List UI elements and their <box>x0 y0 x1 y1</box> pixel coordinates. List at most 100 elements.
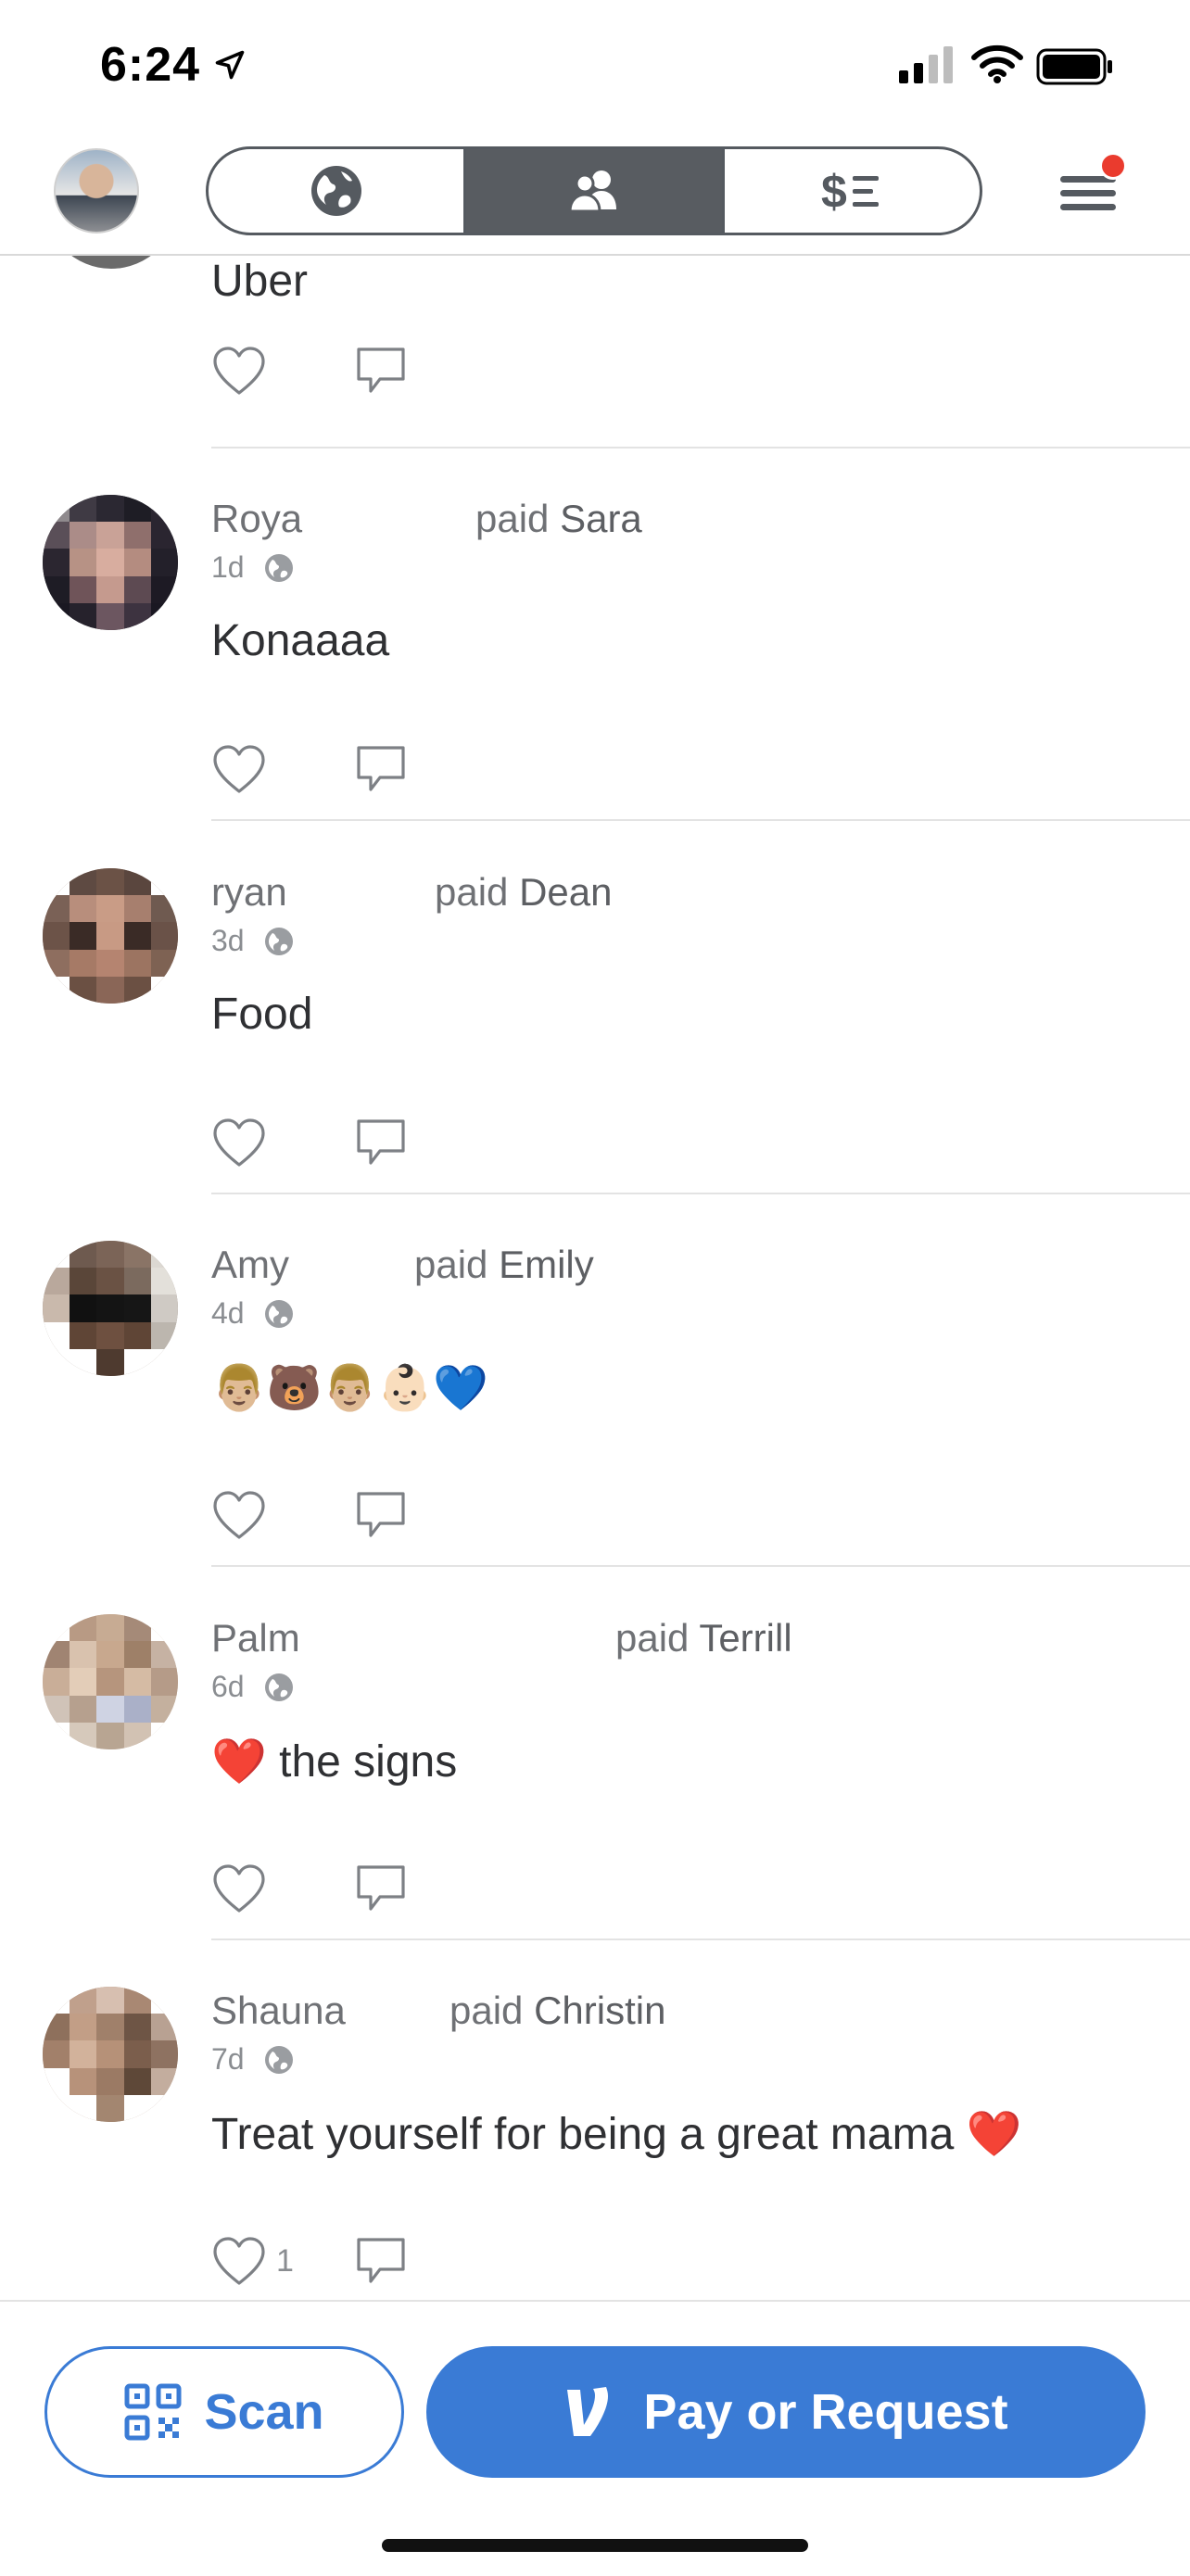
story-time: 3d <box>211 924 245 957</box>
top-nav: $ <box>0 130 1190 256</box>
story-actor[interactable]: Palm <box>211 1616 300 1661</box>
like-heart-icon[interactable] <box>211 1489 267 1541</box>
story-target[interactable]: Emily <box>499 1243 594 1286</box>
like-heart-icon[interactable] <box>211 2235 267 2287</box>
public-globe-icon <box>264 927 293 955</box>
dollar-list-icon: $ <box>821 166 880 217</box>
story-payment-line: paid Dean <box>435 870 612 915</box>
avatar[interactable] <box>43 1614 178 1749</box>
tab-mine[interactable]: $ <box>725 149 980 233</box>
feed-tab-switcher: $ <box>206 146 982 235</box>
svg-text:$: $ <box>821 166 847 217</box>
public-globe-icon <box>264 1673 293 1701</box>
story-meta: 1d <box>211 550 295 585</box>
wifi-icon <box>971 44 1023 83</box>
like-heart-icon[interactable] <box>211 345 267 397</box>
story-actions <box>211 1489 405 1541</box>
comment-icon[interactable] <box>354 1863 408 1916</box>
story-actor[interactable]: ryan <box>211 870 287 915</box>
story-payment-line: paid Sara <box>475 497 642 541</box>
story-meta: 3d <box>211 924 295 958</box>
status-bar: 6:24 <box>0 0 1190 130</box>
status-time: 6:24 <box>100 38 201 92</box>
story-note: Konaaaa <box>211 616 390 665</box>
pay-or-request-label: Pay or Request <box>643 2384 1008 2440</box>
story-time: 6d <box>211 1670 245 1703</box>
story-note: Treat yourself for being a great mama ❤️ <box>211 2110 1022 2159</box>
divider <box>211 1565 1190 1567</box>
paid-word: paid <box>414 1243 488 1286</box>
story-actions <box>211 1863 405 1914</box>
story-target[interactable]: Christin <box>534 1989 665 2032</box>
story-target[interactable]: Dean <box>519 870 612 914</box>
comment-icon[interactable] <box>354 1117 408 1170</box>
like-heart-icon[interactable] <box>211 1117 267 1168</box>
story-item[interactable]: ryan paid Dean 3d Food <box>0 822 1190 1194</box>
venmo-v-logo-icon <box>567 2387 609 2436</box>
globe-icon <box>310 166 361 216</box>
story-item[interactable]: Shauna paid Christin 7d Treat yourself f… <box>0 1940 1190 2299</box>
avatar[interactable] <box>44 256 178 269</box>
avatar[interactable] <box>43 868 178 1004</box>
pay-or-request-button[interactable]: Pay or Request <box>426 2346 1146 2478</box>
story-item[interactable]: Amy paid Emily 4d 👨🏼🐻👨🏼👶🏻💙 <box>0 1194 1190 1567</box>
comment-icon[interactable] <box>354 2235 408 2289</box>
public-globe-icon <box>264 553 293 582</box>
bottom-action-bar: Scan Pay or Request <box>0 2300 1190 2576</box>
public-globe-icon <box>264 2045 293 2074</box>
story-actions: 1 <box>211 2235 405 2287</box>
story-payment-line: paid Emily <box>414 1243 594 1287</box>
cellular-signal-icon <box>899 46 953 83</box>
notification-dot <box>1099 152 1127 180</box>
story-time: 7d <box>211 2042 245 2076</box>
paid-word: paid <box>449 1989 524 2032</box>
battery-icon <box>1036 48 1112 85</box>
story-target[interactable]: Sara <box>560 497 642 540</box>
story-item[interactable]: Palm paid Terrill 6d ❤️ the signs <box>0 1568 1190 1940</box>
tab-friends[interactable] <box>466 149 725 233</box>
comment-icon[interactable] <box>354 1489 408 1543</box>
comment-icon[interactable] <box>354 743 408 797</box>
story-actor[interactable]: Amy <box>211 1243 289 1287</box>
activity-feed[interactable]: Uber Roya paid Sara 1d Konaaaa ryan paid… <box>0 256 1190 2299</box>
story-note: Food <box>211 990 313 1039</box>
location-arrow-icon <box>215 50 245 80</box>
divider <box>211 819 1190 821</box>
story-meta: 7d <box>211 2042 295 2077</box>
story-time: 1d <box>211 550 245 584</box>
paid-word: paid <box>615 1616 690 1660</box>
like-heart-icon[interactable] <box>211 1863 267 1914</box>
story-payment-line: paid Terrill <box>615 1616 792 1661</box>
story-note: Uber <box>211 257 309 306</box>
story-note: ❤️ the signs <box>211 1737 458 1787</box>
like-count: 1 <box>276 2242 294 2279</box>
comment-icon[interactable] <box>354 345 408 398</box>
avatar[interactable] <box>43 495 178 630</box>
scan-label: Scan <box>204 2384 324 2440</box>
profile-avatar[interactable] <box>54 148 139 234</box>
avatar[interactable] <box>43 1987 178 2122</box>
story-actor[interactable]: Roya <box>211 497 302 541</box>
story-item[interactable]: Roya paid Sara 1d Konaaaa <box>0 448 1190 821</box>
story-meta: 6d <box>211 1670 295 1704</box>
like-heart-icon[interactable] <box>211 743 267 795</box>
avatar[interactable] <box>43 1241 178 1376</box>
home-indicator[interactable] <box>382 2539 808 2552</box>
story-meta: 4d <box>211 1296 295 1331</box>
story-note: 👨🏼🐻👨🏼👶🏻💙 <box>211 1364 488 1413</box>
story-target[interactable]: Terrill <box>699 1616 791 1660</box>
public-globe-icon <box>264 1299 293 1328</box>
paid-word: paid <box>435 870 509 914</box>
qr-code-icon <box>124 2383 182 2441</box>
story-actions <box>211 1117 405 1168</box>
story-actions <box>211 345 405 397</box>
story-time: 4d <box>211 1296 245 1330</box>
menu-button[interactable] <box>1057 152 1127 222</box>
tab-public[interactable] <box>209 149 467 233</box>
story-partial[interactable]: Uber <box>0 256 1190 448</box>
story-payment-line: paid Christin <box>449 1989 665 2033</box>
scan-button[interactable]: Scan <box>44 2346 404 2478</box>
friends-icon <box>568 170 616 213</box>
story-actions <box>211 743 405 795</box>
story-actor[interactable]: Shauna <box>211 1989 346 2033</box>
